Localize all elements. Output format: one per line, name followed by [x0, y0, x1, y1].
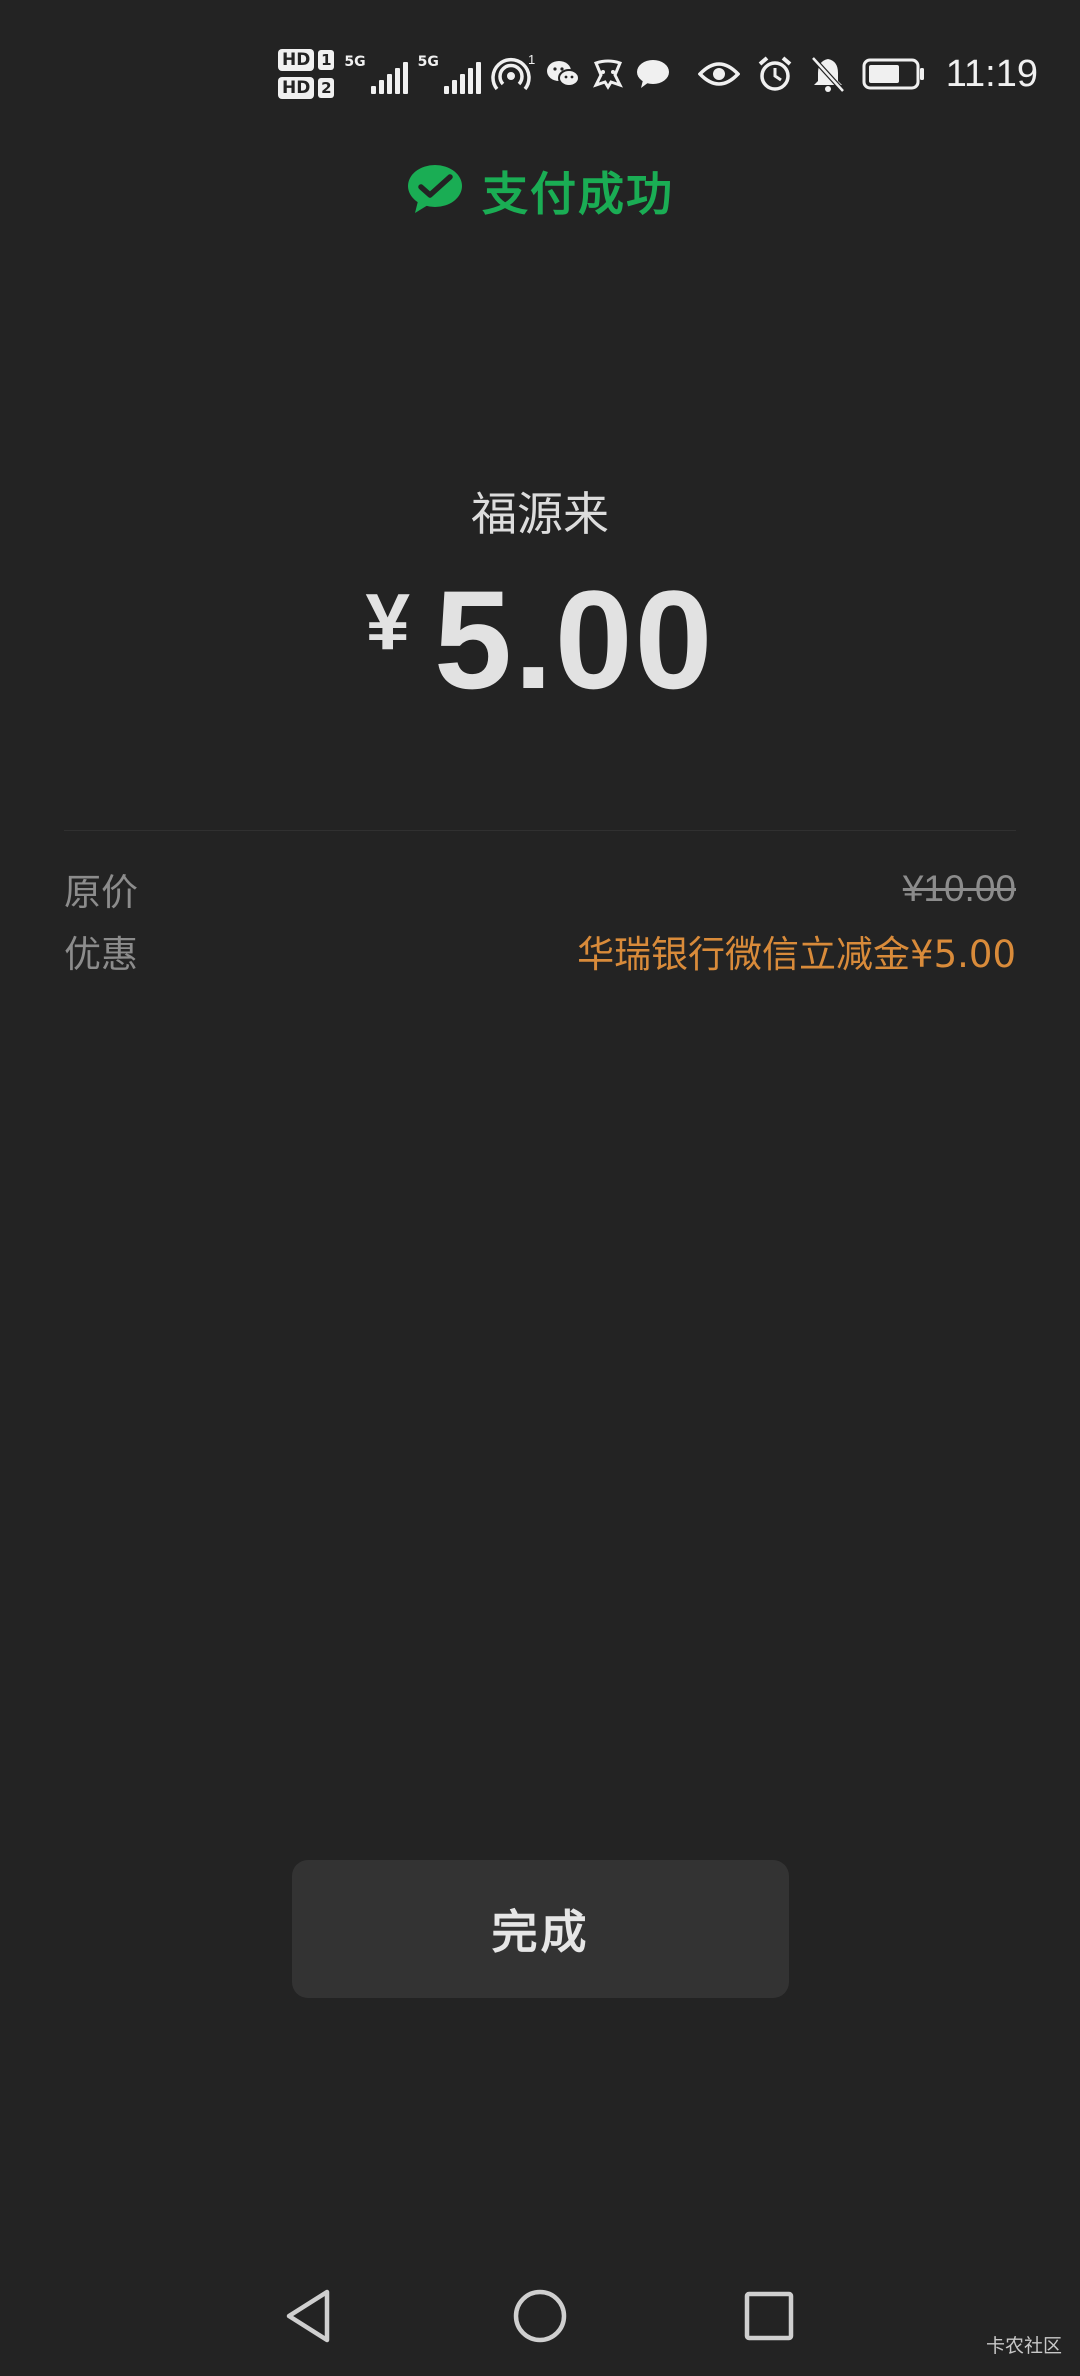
discount-row: 优惠 华瑞银行微信立减金¥5.00 — [64, 924, 1016, 978]
divider — [64, 830, 1016, 831]
page-title: 支付成功 — [482, 167, 674, 221]
sim1-number: 1 — [318, 50, 335, 70]
sim2-badge: HD 2 — [278, 77, 335, 99]
discount-label: 优惠 — [64, 933, 138, 976]
signal-sim1-icon: 5G — [344, 54, 408, 94]
battery-icon — [862, 57, 926, 91]
home-icon[interactable] — [500, 2276, 580, 2356]
payment-amount: ¥ 5.00 — [0, 556, 1080, 724]
message-icon — [635, 58, 671, 90]
recents-icon[interactable] — [729, 2276, 809, 2356]
svg-text:1: 1 — [528, 54, 535, 67]
back-icon[interactable] — [268, 2276, 348, 2356]
wechat-pay-check-icon — [406, 163, 464, 219]
payment-success-header: 支付成功 — [0, 158, 1080, 224]
original-price-row: 原价 ¥10.00 — [64, 862, 1016, 916]
done-button[interactable]: 完成 — [292, 1860, 789, 1998]
status-left-group: HD 1 HD 2 5G 5G 1 — [278, 42, 671, 106]
watermark: 卡农社区 — [985, 2335, 1062, 2357]
alarm-icon — [756, 55, 794, 93]
sim2-number: 2 — [318, 78, 335, 98]
sim2-hd-label: HD — [278, 77, 315, 99]
original-price-label: 原价 — [64, 871, 138, 914]
eye-icon — [697, 59, 740, 89]
status-right-group: 11:19 — [697, 46, 1038, 102]
amount-value: 5.00 — [434, 561, 715, 718]
currency-symbol: ¥ — [365, 577, 411, 666]
merchant-name: 福源来 — [471, 487, 609, 541]
sim-badges: HD 1 HD 2 — [278, 49, 335, 99]
wechat-icon — [545, 58, 581, 90]
sim1-hd-label: HD — [278, 49, 315, 71]
signal-sim2-icon: 5G — [418, 54, 481, 94]
navigation-bar — [0, 2276, 1080, 2356]
bell-off-icon — [810, 55, 846, 93]
original-price-value: ¥10.00 — [902, 868, 1016, 909]
network-type-1: 5G — [344, 54, 366, 70]
app-icon — [591, 57, 625, 91]
wifi-hotspot-icon: 1 — [491, 54, 535, 94]
sim1-badge: HD 1 — [278, 49, 335, 71]
network-type-2: 5G — [417, 54, 439, 70]
status-bar: HD 1 HD 2 5G 5G 1 11:19 — [0, 0, 1080, 150]
clock: 11:19 — [945, 52, 1038, 95]
discount-value: 华瑞银行微信立减金¥5.00 — [577, 933, 1016, 976]
